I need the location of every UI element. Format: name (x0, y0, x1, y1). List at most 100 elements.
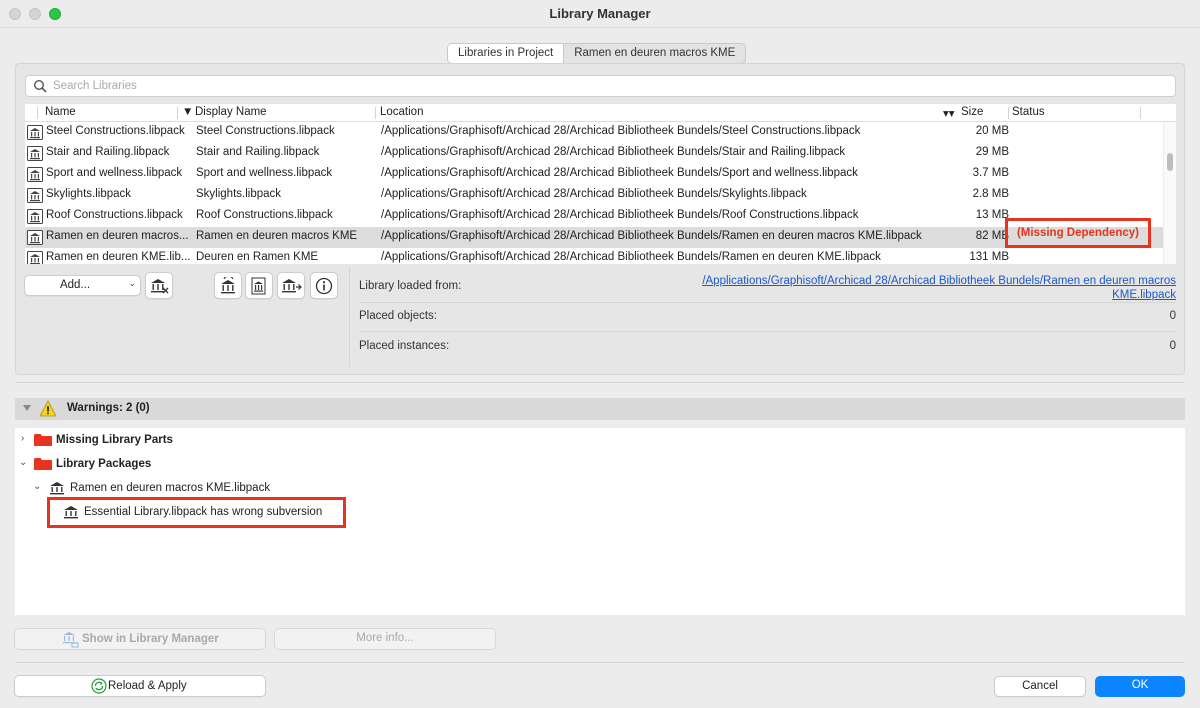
show-in-library-manager-button[interactable]: Show in Library Manager (14, 628, 266, 650)
library-manager-icon (63, 632, 79, 648)
placed-objects-label: Placed objects: (359, 310, 437, 322)
row-display-name: Steel Constructions.libpack (196, 125, 335, 137)
library-table: Name ▼ Display Name Location ▾▾ Size Sta… (25, 104, 1176, 264)
ok-button[interactable]: OK (1095, 676, 1185, 697)
table-row[interactable]: Ramen en deuren KME.lib... Deuren en Ram… (25, 248, 1163, 264)
row-size: 3.7 MB (972, 167, 1009, 179)
loaded-from-label: Library loaded from: (359, 280, 462, 292)
sort-indicator-icon: ▼ (182, 106, 194, 118)
show-in-library-manager-label: Show in Library Manager (82, 633, 219, 645)
warning-icon (39, 400, 57, 417)
library-bundle-icon (282, 278, 302, 292)
row-location: /Applications/Graphisoft/Archicad 28/Arc… (381, 251, 881, 263)
section-divider (15, 382, 1185, 383)
column-header-status[interactable]: Status (1012, 106, 1045, 118)
column-header-size[interactable]: Size (961, 106, 983, 118)
row-display-name: Deuren en Ramen KME (196, 251, 319, 263)
row-location: /Applications/Graphisoft/Archicad 28/Arc… (381, 188, 807, 200)
row-name: Ramen en deuren KME.lib... (46, 251, 191, 263)
add-button-label: Add... (59, 279, 91, 291)
add-library-button[interactable]: Add... ⌄ (24, 275, 141, 296)
reload-apply-button[interactable]: Reload & Apply (14, 675, 266, 697)
window-title: Library Manager (549, 6, 651, 21)
library-info-button[interactable] (310, 272, 338, 299)
tree-item-package[interactable]: Ramen en deuren macros KME.libpack (70, 482, 270, 494)
search-icon (33, 79, 47, 93)
placed-objects-value: 0 (1169, 310, 1176, 322)
row-display-name: Roof Constructions.libpack (196, 209, 333, 221)
row-location: /Applications/Graphisoft/Archicad 28/Arc… (381, 125, 861, 137)
search-field[interactable]: Search Libraries (25, 75, 1176, 97)
remove-library-button[interactable] (145, 272, 173, 299)
library-package-icon (27, 146, 43, 161)
missing-dependency-status: (Missing Dependency) (1005, 218, 1151, 248)
cancel-label: Cancel (1022, 680, 1058, 692)
loaded-from-link[interactable]: /Applications/Graphisoft/Archicad 28/Arc… (676, 274, 1176, 302)
row-size: 82 MB (975, 230, 1009, 242)
chevron-down-icon[interactable]: ⌄ (33, 481, 41, 492)
row-size: 131 MB (969, 251, 1009, 263)
details-separator (359, 302, 1175, 303)
more-info-button[interactable]: More info... (274, 628, 496, 650)
row-name: Ramen en deuren macros... (46, 230, 189, 242)
search-placeholder: Search Libraries (53, 80, 137, 92)
tab-bar: Libraries in Project Ramen en deuren mac… (447, 43, 747, 64)
folder-icon (34, 434, 52, 446)
table-header: Name ▼ Display Name Location ▾▾ Size Sta… (25, 104, 1176, 122)
row-display-name: Ramen en deuren macros KME (196, 230, 358, 242)
row-location: /Applications/Graphisoft/Archicad 28/Arc… (381, 146, 846, 158)
table-row[interactable]: Steel Constructions.libpack Steel Constr… (25, 122, 1163, 143)
library-package-icon (27, 125, 43, 140)
chevron-right-icon[interactable]: › (21, 433, 24, 444)
table-row[interactable]: Roof Constructions.libpack Roof Construc… (25, 206, 1163, 227)
details-divider (349, 267, 350, 367)
row-name: Sport and wellness.libpack (46, 167, 183, 179)
placed-instances-value: 0 (1169, 340, 1176, 352)
tab-libraries-in-project[interactable]: Libraries in Project (448, 44, 565, 63)
library-package-icon (27, 167, 43, 182)
column-header-display-name[interactable]: Display Name (195, 106, 267, 118)
tree-item-missing-parts[interactable]: Missing Library Parts (56, 434, 173, 446)
chevron-down-icon: ⌄ (128, 278, 136, 288)
details-separator (359, 331, 1175, 332)
info-icon (315, 277, 333, 294)
row-name: Roof Constructions.libpack (46, 209, 183, 221)
ok-label: OK (1131, 679, 1149, 691)
row-size: 20 MB (975, 125, 1009, 137)
tree-item-error[interactable]: Essential Library.libpack has wrong subv… (84, 506, 322, 518)
column-header-location[interactable]: Location (380, 106, 423, 118)
tab-ramen-en-deuren-macros[interactable]: Ramen en deuren macros KME (564, 44, 745, 63)
library-document-icon (251, 277, 266, 294)
row-name: Steel Constructions.libpack (46, 125, 185, 137)
library-icon (64, 506, 78, 519)
tree-item-library-packages[interactable]: Library Packages (56, 458, 151, 470)
row-name: Stair and Railing.libpack (46, 146, 170, 158)
size-sort-icon: ▾▾ (943, 108, 955, 120)
library-settings-button[interactable] (245, 272, 273, 299)
folder-icon (34, 458, 52, 470)
library-package-icon (27, 251, 43, 264)
table-row[interactable]: Stair and Railing.libpack Stair and Rail… (25, 143, 1163, 164)
warnings-count: Warnings: 2 (0) (67, 402, 150, 414)
table-row-selected[interactable]: Ramen en deuren macros... Ramen en deure… (25, 227, 1163, 248)
reload-apply-label: Reload & Apply (108, 680, 187, 692)
library-remove-icon (151, 278, 169, 293)
row-display-name: Sport and wellness.libpack (196, 167, 333, 179)
table-row[interactable]: Skylights.libpack Skylights.libpack /App… (25, 185, 1163, 206)
warnings-header[interactable]: Warnings: 2 (0) (15, 398, 1185, 420)
library-package-icon (27, 209, 43, 224)
table-row[interactable]: Sport and wellness.libpack Sport and wel… (25, 164, 1163, 185)
column-header-name[interactable]: Name (45, 106, 76, 118)
row-size: 13 MB (975, 209, 1009, 221)
table-scrollbar[interactable] (1163, 122, 1176, 264)
scrollbar-thumb[interactable] (1167, 153, 1173, 171)
chevron-down-icon[interactable]: ⌄ (19, 457, 27, 468)
more-info-label: More info... (356, 632, 414, 644)
footer-divider (15, 662, 1185, 663)
cancel-button[interactable]: Cancel (994, 676, 1086, 697)
library-icon (50, 482, 64, 495)
library-migration-button[interactable] (277, 272, 305, 299)
reload-library-button[interactable] (214, 272, 242, 299)
row-size: 2.8 MB (972, 188, 1009, 200)
title-bar: Library Manager (0, 0, 1200, 28)
